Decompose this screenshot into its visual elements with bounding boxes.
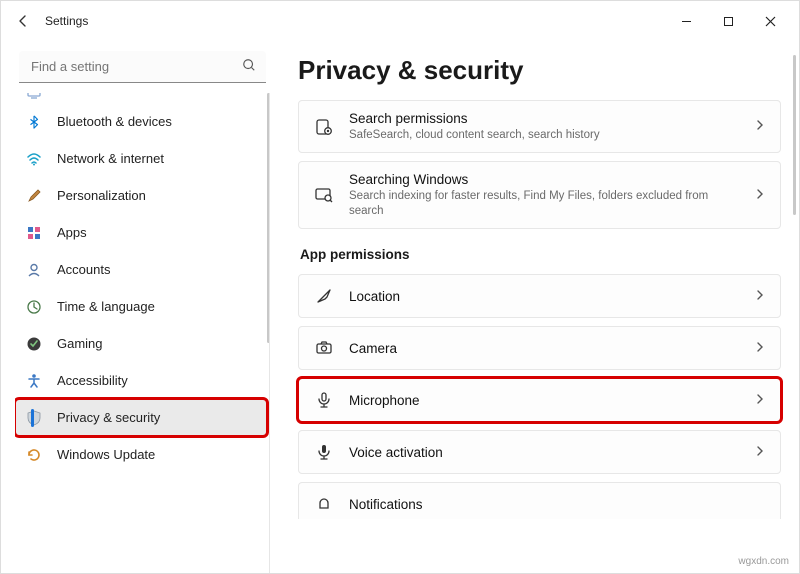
- sidebar-item-label: Accounts: [57, 262, 110, 277]
- account-icon: [25, 261, 43, 279]
- voice-activation-icon: [313, 441, 335, 463]
- card-title: Location: [349, 289, 740, 304]
- section-app-permissions: App permissions: [300, 247, 781, 262]
- camera-icon: [313, 337, 335, 359]
- sidebar: System Bluetooth & devices Network & int…: [1, 41, 276, 573]
- chevron-right-icon: [754, 289, 766, 304]
- update-icon: [25, 446, 43, 464]
- sidebar-item-gaming[interactable]: Gaming: [15, 325, 267, 362]
- sidebar-item-label: Time & language: [57, 299, 155, 314]
- notifications-icon: [313, 493, 335, 515]
- settings-window: Settings: [0, 0, 800, 574]
- search-input[interactable]: [29, 58, 242, 75]
- search-permissions-icon: [313, 116, 335, 138]
- card-subtitle: SafeSearch, cloud content search, search…: [349, 128, 740, 142]
- gaming-icon: [25, 335, 43, 353]
- card-search-permissions[interactable]: Search permissions SafeSearch, cloud con…: [298, 100, 781, 153]
- watermark: wgxdn.com: [738, 556, 789, 567]
- apps-icon: [25, 224, 43, 242]
- sidebar-item-label: Privacy & security: [57, 410, 160, 425]
- chevron-right-icon: [754, 341, 766, 356]
- card-title: Notifications: [349, 497, 766, 512]
- sidebar-item-network[interactable]: Network & internet: [15, 140, 267, 177]
- card-title: Voice activation: [349, 445, 740, 460]
- sidebar-item-label: Windows Update: [57, 447, 155, 462]
- card-microphone[interactable]: Microphone: [298, 378, 781, 422]
- window-title: Settings: [45, 14, 88, 28]
- card-voice-activation[interactable]: Voice activation: [298, 430, 781, 474]
- microphone-icon: [313, 389, 335, 411]
- shield-icon: [25, 409, 43, 427]
- card-title: Search permissions: [349, 111, 740, 126]
- sidebar-item-accounts[interactable]: Accounts: [15, 251, 267, 288]
- back-button[interactable]: [15, 13, 31, 29]
- close-button[interactable]: [749, 5, 791, 37]
- sidebar-item-label: Apps: [57, 225, 87, 240]
- chevron-right-icon: [754, 188, 766, 203]
- sidebar-item-bluetooth[interactable]: Bluetooth & devices: [15, 103, 267, 140]
- clock-icon: [25, 298, 43, 316]
- minimize-button[interactable]: [665, 5, 707, 37]
- brush-icon: [25, 187, 43, 205]
- main-content[interactable]: Privacy & security Search permissions Sa…: [276, 41, 799, 573]
- bluetooth-icon: [25, 113, 43, 131]
- sidebar-nav[interactable]: System Bluetooth & devices Network & int…: [15, 93, 270, 573]
- sidebar-item-accessibility[interactable]: Accessibility: [15, 362, 267, 399]
- wifi-icon: [25, 150, 43, 168]
- maximize-button[interactable]: [707, 5, 749, 37]
- sidebar-item-label: Bluetooth & devices: [57, 114, 172, 129]
- sidebar-item-apps[interactable]: Apps: [15, 214, 267, 251]
- sidebar-item-label: Gaming: [57, 336, 103, 351]
- searching-windows-icon: [313, 184, 335, 206]
- main-scrollbar[interactable]: [793, 55, 796, 215]
- sidebar-item-windows-update[interactable]: Windows Update: [15, 436, 267, 473]
- titlebar: Settings: [1, 1, 799, 41]
- sidebar-item-system[interactable]: System: [15, 93, 267, 103]
- chevron-right-icon: [754, 119, 766, 134]
- card-location[interactable]: Location: [298, 274, 781, 318]
- chevron-right-icon: [754, 393, 766, 408]
- location-icon: [313, 285, 335, 307]
- sidebar-item-privacy-security[interactable]: Privacy & security: [15, 399, 267, 436]
- card-subtitle: Search indexing for faster results, Find…: [349, 189, 740, 218]
- system-icon: [25, 93, 43, 102]
- card-notifications[interactable]: Notifications: [298, 482, 781, 519]
- card-title: Microphone: [349, 393, 740, 408]
- card-title: Camera: [349, 341, 740, 356]
- sidebar-item-label: Network & internet: [57, 151, 164, 166]
- sidebar-item-label: Personalization: [57, 188, 146, 203]
- card-searching-windows[interactable]: Searching Windows Search indexing for fa…: [298, 161, 781, 229]
- sidebar-item-label: Accessibility: [57, 373, 128, 388]
- sidebar-item-personalization[interactable]: Personalization: [15, 177, 267, 214]
- sidebar-item-time-language[interactable]: Time & language: [15, 288, 267, 325]
- card-camera[interactable]: Camera: [298, 326, 781, 370]
- accessibility-icon: [25, 372, 43, 390]
- search-icon: [242, 58, 256, 75]
- page-title: Privacy & security: [298, 55, 781, 86]
- sidebar-scrollbar[interactable]: [267, 93, 270, 343]
- chevron-right-icon: [754, 445, 766, 460]
- search-box[interactable]: [19, 51, 266, 83]
- card-title: Searching Windows: [349, 172, 740, 187]
